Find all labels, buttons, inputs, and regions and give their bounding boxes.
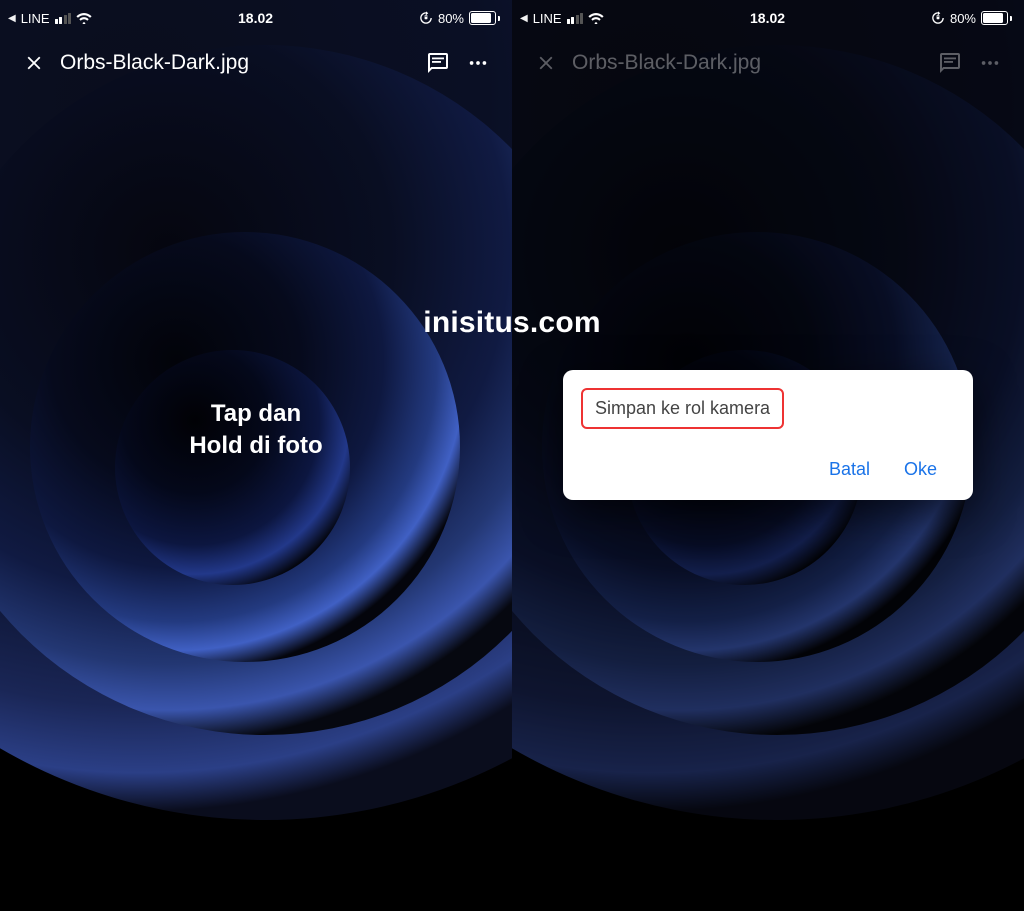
more-button bbox=[970, 43, 1010, 83]
viewer-header: Orbs-Black-Dark.jpg bbox=[0, 34, 512, 92]
orientation-lock-icon bbox=[419, 11, 433, 25]
wifi-icon bbox=[76, 12, 92, 24]
file-title: Orbs-Black-Dark.jpg bbox=[566, 51, 930, 75]
orientation-lock-icon bbox=[931, 11, 945, 25]
file-title: Orbs-Black-Dark.jpg bbox=[54, 51, 418, 75]
back-to-app-caret-icon[interactable]: ◀ bbox=[520, 13, 528, 24]
viewer-header-dimmed: Orbs-Black-Dark.jpg bbox=[512, 34, 1024, 92]
phone-left: ◀ LINE 18.02 80% Orbs bbox=[0, 0, 512, 911]
ios-status-bar: ◀ LINE 18.02 80% bbox=[0, 0, 512, 32]
comment-icon bbox=[938, 51, 962, 75]
battery-percent: 80% bbox=[950, 11, 976, 26]
ok-button[interactable]: Oke bbox=[904, 459, 937, 480]
battery-icon bbox=[469, 11, 500, 25]
close-button bbox=[526, 43, 566, 83]
cancel-button[interactable]: Batal bbox=[829, 459, 870, 480]
battery-percent: 80% bbox=[438, 11, 464, 26]
screenshot-stage: ◀ LINE 18.02 80% Orbs bbox=[0, 0, 1024, 911]
more-horizontal-icon bbox=[467, 52, 489, 74]
close-icon bbox=[535, 52, 557, 74]
save-dialog: Simpan ke rol kamera Batal Oke bbox=[563, 370, 973, 500]
more-horizontal-icon bbox=[979, 52, 1001, 74]
status-clock: 18.02 bbox=[238, 10, 273, 26]
wifi-icon bbox=[588, 12, 604, 24]
back-to-app-label[interactable]: LINE bbox=[21, 11, 50, 26]
back-to-app-label[interactable]: LINE bbox=[533, 11, 562, 26]
battery-icon bbox=[981, 11, 1012, 25]
dialog-actions: Batal Oke bbox=[581, 429, 955, 490]
instruction-line: Hold di foto bbox=[0, 430, 512, 462]
comments-button[interactable] bbox=[418, 43, 458, 83]
comment-icon bbox=[426, 51, 450, 75]
close-button[interactable] bbox=[14, 43, 54, 83]
instruction-overlay: Tap dan Hold di foto bbox=[0, 398, 512, 463]
cellular-signal-icon bbox=[55, 13, 72, 24]
phone-right: ◀ LINE 18.02 80% Orbs bbox=[512, 0, 1024, 911]
close-icon bbox=[23, 52, 45, 74]
ios-status-bar: ◀ LINE 18.02 80% bbox=[512, 0, 1024, 32]
instruction-line: Tap dan bbox=[0, 398, 512, 430]
watermark-text: inisitus.com bbox=[423, 306, 600, 340]
dialog-message: Simpan ke rol kamera bbox=[581, 388, 784, 429]
comments-button bbox=[930, 43, 970, 83]
cellular-signal-icon bbox=[567, 13, 584, 24]
status-clock: 18.02 bbox=[750, 10, 785, 26]
more-button[interactable] bbox=[458, 43, 498, 83]
back-to-app-caret-icon[interactable]: ◀ bbox=[8, 13, 16, 24]
